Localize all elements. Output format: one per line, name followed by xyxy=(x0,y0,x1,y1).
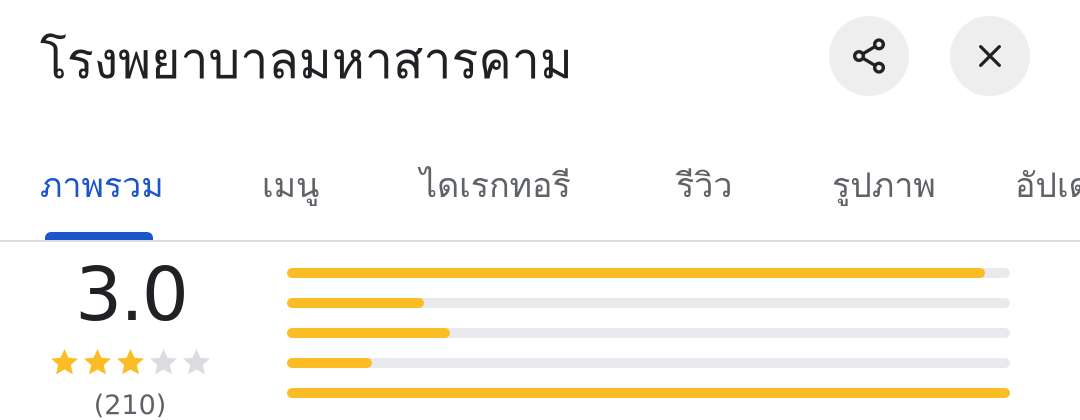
tab-directory[interactable]: ไดเรกทอรี xyxy=(420,158,571,212)
tab-divider xyxy=(0,240,1080,242)
rating-bar-2 xyxy=(287,358,1010,368)
tab-menu[interactable]: เมนู xyxy=(262,158,319,212)
tab-bar: ภาพรวม เมนู ไดเรกทอรี รีวิว รูปภาพ อัปเด… xyxy=(0,130,1080,240)
tab-photos[interactable]: รูปภาพ xyxy=(832,158,936,212)
tab-overview[interactable]: ภาพรวม xyxy=(40,158,164,212)
rating-bar-fill xyxy=(287,328,450,338)
star-icon xyxy=(117,349,144,375)
rating-bar-5 xyxy=(287,268,1010,278)
star-icon xyxy=(51,349,78,375)
tab-reviews[interactable]: รีวิว xyxy=(676,158,732,212)
star-icon xyxy=(150,349,177,375)
close-icon xyxy=(979,45,1001,67)
share-icon xyxy=(853,38,885,74)
star-icon xyxy=(183,349,210,375)
rating-bar-fill xyxy=(287,268,985,278)
rating-bar-1 xyxy=(287,388,1010,398)
star-icon xyxy=(84,349,111,375)
rating-bar-3 xyxy=(287,328,1010,338)
rating-bar-fill xyxy=(287,298,425,308)
tab-updates[interactable]: อัปเดต xyxy=(1015,158,1080,212)
place-title: โรงพยาบาลมหาสารคาม xyxy=(40,32,573,90)
rating-bar-fill xyxy=(287,358,373,368)
rating-value: 3.0 xyxy=(75,252,189,338)
rating-bar-4 xyxy=(287,298,1010,308)
share-button[interactable] xyxy=(829,16,909,96)
rating-bar-fill xyxy=(287,388,1010,398)
place-sheet: โรงพยาบาลมหาสารคาม ภาพรวม เมนู ไดเรกทอรี… xyxy=(0,0,1080,420)
review-count: (210) xyxy=(93,390,167,420)
close-button[interactable] xyxy=(950,16,1030,96)
rating-stars xyxy=(48,346,213,379)
